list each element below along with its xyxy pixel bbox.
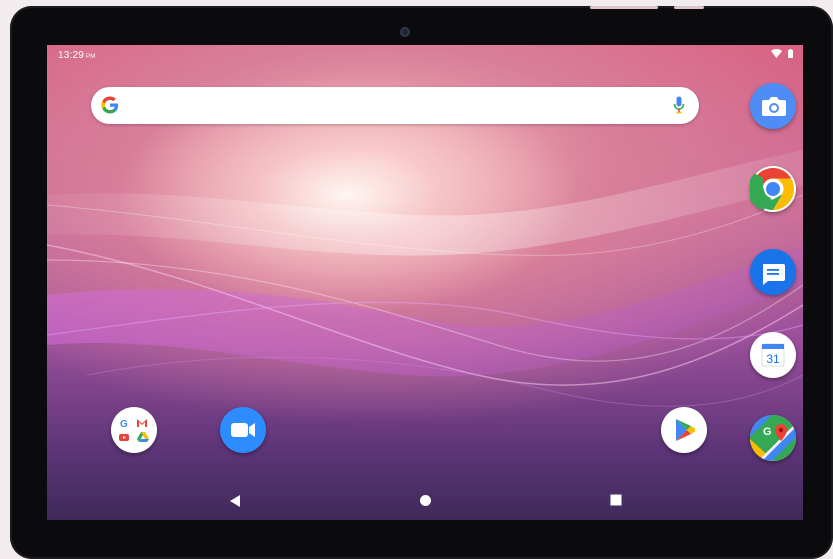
google-apps-folder[interactable]: G [111,407,157,453]
status-time: 13:29 PM [58,50,95,61]
calendar-day: 31 [766,352,780,366]
play-store-icon [676,419,695,441]
status-icons [771,49,793,58]
recents-icon[interactable] [610,494,622,506]
maps-app[interactable]: G [750,415,796,461]
google-search-bar[interactable] [91,87,699,124]
clock-time: 13:29 [58,50,85,61]
zoom-icon [231,423,255,437]
zoom-app[interactable] [220,407,266,453]
chrome-icon [750,168,795,210]
camera-app[interactable] [750,83,796,129]
play-store-app[interactable] [661,407,707,453]
google-apps-folder-icon: G [119,419,149,442]
messages-icon [763,264,785,285]
calendar-icon: 31 [761,343,785,367]
microphone-icon[interactable] [673,96,685,115]
home-screen: 13:29 PM 31 G G [47,45,803,520]
google-g-icon [101,96,119,114]
svg-text:G: G [763,426,772,438]
svg-text:G: G [120,419,128,430]
chrome-app[interactable] [750,166,796,212]
maps-icon: G [750,415,796,461]
camera-icon [762,97,786,116]
front-camera [400,27,410,37]
power-button [674,6,704,9]
calendar-app[interactable]: 31 [750,332,796,378]
battery-icon [788,49,793,58]
home-icon[interactable] [419,494,432,507]
clock-ampm: PM [86,54,96,60]
volume-button [590,6,658,9]
messages-app[interactable] [750,249,796,295]
back-icon[interactable] [229,494,241,508]
wifi-icon [771,49,782,58]
